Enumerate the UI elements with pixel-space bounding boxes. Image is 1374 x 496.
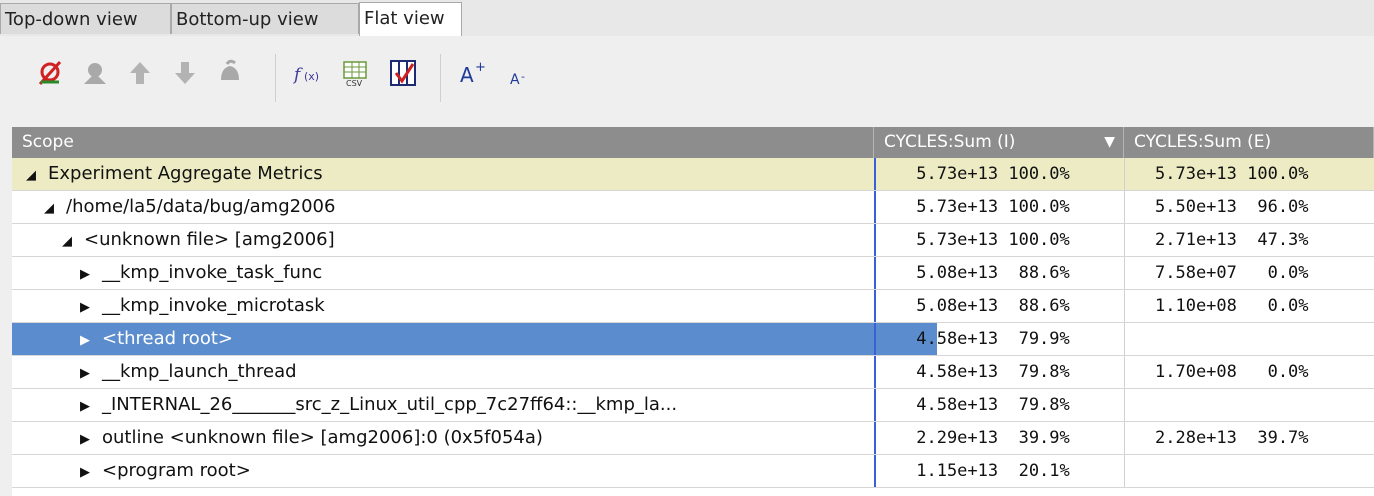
toolbar xyxy=(0,36,1374,126)
svg-text:A: A xyxy=(510,72,520,88)
toolbar-separator xyxy=(440,54,441,102)
cycles-inclusive-cell: 4.58e+13 79.8% xyxy=(874,356,1124,388)
svg-text:(x): (x) xyxy=(304,70,319,83)
cycles-inclusive-cell: 4.58e+13 79.9% xyxy=(874,323,1124,355)
table-row[interactable]: ▶ __kmp_launch_thread 4.58e+13 79.8% 1.70e… xyxy=(12,356,1374,389)
scope-cell[interactable]: ▶ <thread root> xyxy=(12,323,937,355)
export-csv-icon[interactable]: CSV xyxy=(340,58,370,88)
cycles-exclusive-cell xyxy=(1124,389,1374,421)
header-scope[interactable]: Scope xyxy=(12,127,874,158)
expand-arrow-icon[interactable]: ▶ xyxy=(76,325,94,355)
expand-arrow-icon[interactable]: ▶ xyxy=(76,259,94,289)
scope-label: __kmp_invoke_task_func xyxy=(102,262,323,283)
svg-text:-: - xyxy=(521,70,525,83)
cycles-inclusive-cell: 5.08e+13 88.6% xyxy=(874,290,1124,322)
svg-text:A: A xyxy=(460,63,474,87)
scope-cell[interactable]: ▶ outline <unknown file> [amg2006]:0 (0x5… xyxy=(12,422,937,454)
collapse-arrow-icon[interactable]: ◢ xyxy=(58,226,76,256)
collapse-arrow-icon[interactable]: ◢ xyxy=(22,160,40,190)
scope-label: <program root> xyxy=(102,460,251,481)
cycles-inclusive-cell: 4.58e+13 79.8% xyxy=(874,389,1124,421)
cycles-inclusive-cell: 5.73e+13 100.0% xyxy=(874,224,1124,256)
scope-label: __kmp_launch_thread xyxy=(102,361,297,382)
tab-flat-view[interactable]: Flat view xyxy=(359,2,462,36)
scope-cell[interactable]: ◢ /home/la5/data/bug/amg2006 xyxy=(12,191,901,223)
font-decrease-icon[interactable]: A - xyxy=(508,58,538,88)
collapse-arrow-icon[interactable]: ◢ xyxy=(40,193,58,223)
cycles-inclusive-cell: 5.73e+13 100.0% xyxy=(874,158,1124,190)
tab-top-down-view[interactable]: Top-down view xyxy=(0,3,171,34)
cycles-exclusive-cell: 1.70e+08 0.0% xyxy=(1124,356,1374,388)
cycles-inclusive-cell: 1.15e+13 20.1% xyxy=(874,455,1124,487)
font-increase-icon[interactable]: A + xyxy=(459,58,489,88)
table-row[interactable]: ▶ __kmp_invoke_task_func 5.08e+13 88.6% 7.… xyxy=(12,257,1374,290)
table-header: Scope CYCLES:Sum (I) ▼ CYCLES:Sum (E) xyxy=(12,127,1374,158)
scope-cell[interactable]: ▶ __kmp_launch_thread xyxy=(12,356,937,388)
cycles-exclusive-cell: 5.73e+13 100.0% xyxy=(1124,158,1374,190)
expand-arrow-icon[interactable]: ▶ xyxy=(76,424,94,454)
scope-label: <unknown file> [amg2006] xyxy=(84,229,335,250)
scope-label: /home/la5/data/bug/amg2006 xyxy=(66,196,336,217)
table-row[interactable]: ▶ __kmp_invoke_microtask 5.08e+13 88.6% 1.… xyxy=(12,290,1374,323)
hot-path-icon[interactable] xyxy=(215,58,245,88)
table-row[interactable]: ▶ _INTERNAL_26_______src_z_Linux_util_cpp… xyxy=(12,389,1374,422)
expand-arrow-icon[interactable]: ▶ xyxy=(76,391,94,421)
header-cycles-inclusive[interactable]: CYCLES:Sum (I) ▼ xyxy=(874,127,1124,158)
scope-cell[interactable]: ▶ __kmp_invoke_task_func xyxy=(12,257,937,289)
tab-bottom-up-view[interactable]: Bottom-up view xyxy=(171,3,359,34)
expand-arrow-icon[interactable]: ▶ xyxy=(76,358,94,388)
svg-text:+: + xyxy=(475,60,486,75)
flatten-up-icon[interactable] xyxy=(125,58,155,88)
view-tab-bar: Top-down view Bottom-up view Flat view xyxy=(0,0,1374,37)
sort-descending-icon: ▼ xyxy=(1104,134,1115,150)
cycles-exclusive-cell: 7.58e+07 0.0% xyxy=(1124,257,1374,289)
cycles-exclusive-cell xyxy=(1124,455,1374,487)
scope-cell[interactable]: ▶ <program root> xyxy=(12,455,937,487)
cycles-exclusive-cell: 2.71e+13 47.3% xyxy=(1124,224,1374,256)
scope-label: Experiment Aggregate Metrics xyxy=(48,163,323,184)
metrics-table: Scope CYCLES:Sum (I) ▼ CYCLES:Sum (E) ◢ E… xyxy=(12,127,1374,496)
zoom-in-icon[interactable] xyxy=(80,58,110,88)
scope-label: __kmp_invoke_microtask xyxy=(102,295,325,316)
unflatten-down-icon[interactable] xyxy=(170,58,200,88)
cycles-exclusive-cell: 5.50e+13 96.0% xyxy=(1124,191,1374,223)
toolbar-separator xyxy=(275,54,276,102)
table-row[interactable]: ◢ Experiment Aggregate Metrics 5.73e+13 1… xyxy=(12,158,1374,191)
derived-metric-fx-icon[interactable]: f (x) xyxy=(293,58,323,88)
column-select-icon[interactable] xyxy=(388,58,418,88)
cycles-exclusive-cell: 1.10e+08 0.0% xyxy=(1124,290,1374,322)
svg-text:f: f xyxy=(293,65,303,85)
zoom-out-red-icon[interactable] xyxy=(35,58,65,88)
table-row[interactable]: ▶ outline <unknown file> [amg2006]:0 (0x5… xyxy=(12,422,1374,455)
cycles-inclusive-cell: 5.08e+13 88.6% xyxy=(874,257,1124,289)
cycles-inclusive-cell: 5.73e+13 100.0% xyxy=(874,191,1124,223)
expand-arrow-icon[interactable]: ▶ xyxy=(76,292,94,322)
svg-text:CSV: CSV xyxy=(346,79,363,88)
cycles-inclusive-cell: 2.29e+13 39.9% xyxy=(874,422,1124,454)
scope-cell[interactable]: ▶ __kmp_invoke_microtask xyxy=(12,290,937,322)
table-row[interactable]: ◢ /home/la5/data/bug/amg2006 5.73e+13 100… xyxy=(12,191,1374,224)
cycles-exclusive-cell xyxy=(1124,323,1374,355)
scope-cell[interactable]: ▶ _INTERNAL_26_______src_z_Linux_util_cpp… xyxy=(12,389,937,421)
scope-cell[interactable]: ◢ Experiment Aggregate Metrics xyxy=(12,158,883,190)
cycles-exclusive-cell: 2.28e+13 39.7% xyxy=(1124,422,1374,454)
scope-label: _INTERNAL_26_______src_z_Linux_util_cpp_… xyxy=(102,394,678,415)
table-row[interactable]: ◢ <unknown file> [amg2006] 5.73e+13 100.0… xyxy=(12,224,1374,257)
header-cycles-exclusive[interactable]: CYCLES:Sum (E) xyxy=(1124,127,1374,158)
scope-label: <thread root> xyxy=(102,328,233,349)
table-row[interactable]: ▶ <thread root> 4.58e+13 79.9% xyxy=(12,323,1374,356)
table-row[interactable]: ▶ <program root> 1.15e+13 20.1% xyxy=(12,455,1374,488)
scope-label: outline <unknown file> [amg2006]:0 (0x5f… xyxy=(102,427,543,448)
header-cycles-inclusive-label: CYCLES:Sum (I) xyxy=(884,132,1016,152)
scope-cell[interactable]: ◢ <unknown file> [amg2006] xyxy=(12,224,919,256)
expand-arrow-icon[interactable]: ▶ xyxy=(76,457,94,487)
